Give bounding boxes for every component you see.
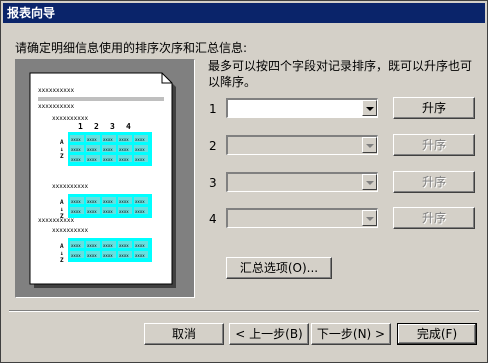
preview-cell-text: xxxx: [71, 253, 81, 258]
sort-row-2-number: 2: [209, 139, 217, 153]
preview-subgroup-text: xxxxxxxxxx: [52, 115, 89, 122]
preview-column-number: 2: [94, 122, 99, 131]
preview-cell-text: xxxx: [71, 147, 81, 152]
preview-cell-text: xxxx: [135, 147, 145, 152]
preview-cell-text: xxxx: [71, 137, 81, 142]
preview-cell-text: xxxx: [135, 243, 145, 248]
chevron-down-icon[interactable]: [362, 100, 377, 116]
preview-cell-text: xxxx: [119, 243, 129, 248]
preview-cell-text: xxxx: [135, 157, 145, 162]
sort-field-3-combo[interactable]: [226, 172, 378, 192]
preview-cell-text: xxxx: [87, 253, 97, 258]
sort-ascending-icon: ↓: [60, 146, 64, 153]
preview-header-text: xxxxxxxxxx: [38, 87, 75, 94]
preview-column-number: 4: [126, 122, 131, 131]
preview-cell-text: xxxx: [87, 243, 97, 248]
sort-order-1-button[interactable]: 升序: [393, 97, 475, 119]
preview-cell-text: xxxx: [87, 147, 97, 152]
sort-ascending-icon: ↓: [60, 250, 64, 257]
preview-group-text: xxxxxxxxxx: [38, 217, 75, 224]
preview-cell-text: xxxx: [103, 209, 113, 214]
preview-column-number: 3: [110, 122, 115, 131]
preview-cell-text: xxxx: [119, 199, 129, 204]
preview-cell-text: xxxx: [87, 209, 97, 214]
preview-cell-text: xxxx: [119, 147, 129, 152]
sort-field-4-combo[interactable]: [226, 208, 378, 228]
cancel-button[interactable]: 取消: [144, 323, 224, 345]
sort-row-1-number: 1: [209, 102, 217, 116]
sort-ascending-icon: ↓: [60, 206, 64, 213]
chevron-down-icon[interactable]: [362, 137, 377, 153]
preview-cell-text: xxxx: [103, 253, 113, 258]
sort-ascending-icon: A: [60, 243, 64, 250]
preview-cell-text: xxxx: [119, 253, 129, 258]
preview-cell-text: xxxx: [103, 137, 113, 142]
instruction-text: 请确定明细信息使用的排序次序和汇总信息:: [15, 41, 248, 55]
preview-cell-text: xxxx: [103, 243, 113, 248]
preview-cell-text: xxxx: [87, 137, 97, 142]
preview-cell-text: xxxx: [71, 157, 81, 162]
preview-column-number: 1: [78, 122, 83, 131]
preview-cell-text: xxxx: [71, 209, 81, 214]
sort-field-2-combo[interactable]: [226, 135, 378, 155]
preview-cell-text: xxxx: [103, 147, 113, 152]
description-text: 最多可以按四个字段对记录排序，既可以升序也可以降序。: [208, 59, 473, 89]
preview-cell-text: xxxx: [135, 253, 145, 258]
sort-ascending-icon: Z: [60, 153, 64, 160]
preview-cell-text: xxxx: [103, 199, 113, 204]
finish-button[interactable]: 完成(F): [397, 323, 477, 345]
summary-options-button[interactable]: 汇总选项(O)...: [226, 257, 332, 279]
preview-cell-text: xxxx: [103, 157, 113, 162]
preview-cell-text: xxxx: [135, 137, 145, 142]
report-preview: xxxxxxxxxx xxxxxxxxxx xxxxxxxxxx 1 2 3 4 xxxxx…: [15, 59, 195, 298]
sort-row-4-number: 4: [209, 212, 217, 226]
preview-cell-text: xxxx: [119, 157, 129, 162]
sort-order-4-button[interactable]: 升序: [393, 207, 475, 229]
sort-ascending-icon: A: [60, 139, 64, 146]
preview-cell-text: xxxx: [135, 199, 145, 204]
back-button[interactable]: < 上一步(B): [229, 323, 309, 345]
preview-cell-text: xxxx: [87, 157, 97, 162]
sort-row-3-number: 3: [209, 176, 217, 190]
preview-group-text: xxxxxxxxxx: [38, 103, 75, 110]
report-preview-illustration: xxxxxxxxxx xxxxxxxxxxxxxxxxxxxx1 2 3 4xxxxx…: [29, 72, 176, 288]
sort-order-3-button[interactable]: 升序: [393, 171, 475, 193]
preview-cell-text: xxxx: [119, 137, 129, 142]
sort-field-1-combo[interactable]: [226, 98, 378, 118]
preview-cell-text: xxxx: [71, 199, 81, 204]
sort-ascending-icon: A: [60, 199, 64, 206]
chevron-down-icon[interactable]: [362, 174, 377, 190]
footer-divider: [9, 310, 479, 312]
preview-subgroup-text: xxxxxxxxxx: [52, 183, 89, 190]
preview-subgroup-text: xxxxxxxxxx: [52, 227, 89, 234]
sort-ascending-icon: Z: [60, 213, 64, 220]
sort-ascending-icon: Z: [60, 257, 64, 264]
window-title: 报表向导: [3, 3, 485, 23]
preview-cell-text: xxxx: [135, 209, 145, 214]
report-wizard-window: 报表向导 请确定明细信息使用的排序次序和汇总信息: xxxxxxxxxx xxx…: [0, 0, 488, 363]
chevron-down-icon[interactable]: [362, 210, 377, 226]
preview-cell-text: xxxx: [71, 243, 81, 248]
preview-cell-text: xxxx: [87, 199, 97, 204]
next-button[interactable]: 下一步(N) >: [311, 323, 391, 345]
preview-cell-text: xxxx: [119, 209, 129, 214]
sort-order-2-button[interactable]: 升序: [393, 134, 475, 156]
